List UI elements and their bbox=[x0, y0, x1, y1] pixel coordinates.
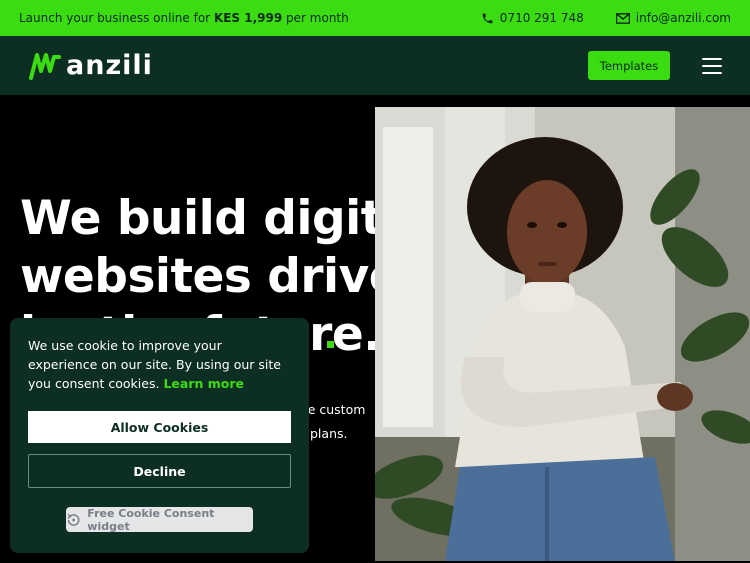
promo-suffix: per month bbox=[286, 11, 349, 25]
promo-prefix: Launch your business online for bbox=[19, 11, 211, 25]
hero-photo-illustration bbox=[375, 107, 750, 561]
main-nav: anzili Templates bbox=[0, 36, 750, 95]
allow-cookies-button[interactable]: Allow Cookies bbox=[28, 411, 291, 443]
phone-number[interactable]: 0710 291 748 bbox=[500, 11, 584, 25]
email-icon bbox=[615, 12, 630, 24]
email-address[interactable]: info@anzili.com bbox=[636, 11, 731, 25]
cookie-widget-label: Free Cookie Consent widget bbox=[87, 506, 215, 533]
hero-line-2: websites driven bbox=[20, 249, 434, 304]
logo-text: anzili bbox=[66, 50, 153, 81]
site-logo[interactable]: anzili bbox=[28, 50, 153, 81]
promo-bar: Launch your business online for KES 1,99… bbox=[0, 0, 750, 36]
learn-more-link[interactable]: Learn more bbox=[163, 376, 244, 391]
cookie-consent-popup: We use cookie to improve your experience… bbox=[10, 318, 309, 553]
decline-button[interactable]: Decline bbox=[28, 454, 291, 488]
hero-photo bbox=[375, 107, 750, 561]
hero-sub-line-1: ee custom bbox=[300, 402, 366, 417]
menu-line bbox=[702, 71, 722, 74]
cookie-refresh-icon bbox=[67, 513, 80, 526]
hamburger-icon[interactable] bbox=[702, 57, 722, 74]
menu-line bbox=[702, 57, 722, 60]
cookie-message: We use cookie to improve your experience… bbox=[28, 336, 291, 393]
hero-subtext: ee custom plans. bbox=[300, 398, 365, 446]
templates-button[interactable]: Templates bbox=[588, 51, 670, 80]
promo-text: Launch your business online for KES 1,99… bbox=[19, 11, 449, 25]
hero-line-1: We build digital bbox=[20, 191, 430, 246]
accent-dot bbox=[327, 341, 334, 348]
phone-icon bbox=[482, 13, 493, 23]
promo-price: KES 1,999 bbox=[213, 11, 283, 25]
cookie-widget-badge[interactable]: Free Cookie Consent widget bbox=[66, 506, 253, 533]
email-link[interactable]: info@anzili.com bbox=[615, 11, 731, 25]
logo-mark-icon bbox=[29, 52, 61, 80]
menu-line bbox=[702, 64, 722, 67]
hero-sub-line-2: plans. bbox=[310, 426, 348, 441]
phone-link[interactable]: 0710 291 748 bbox=[481, 11, 584, 25]
